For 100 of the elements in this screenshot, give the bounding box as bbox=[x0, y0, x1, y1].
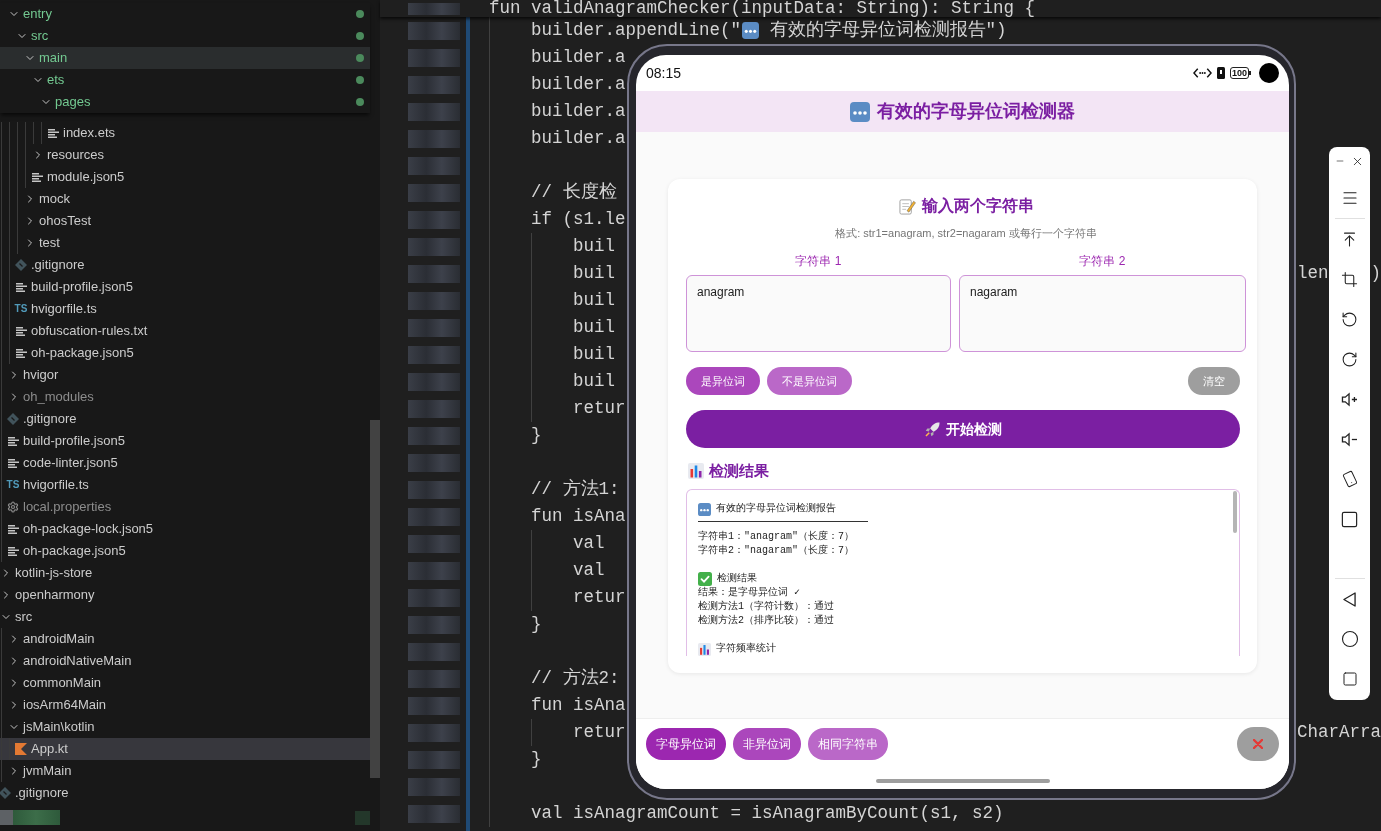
pixelated-line-number bbox=[408, 372, 460, 391]
tree-item[interactable]: TS hvigorfile.ts bbox=[0, 298, 370, 320]
pixelated-line-number bbox=[408, 777, 460, 796]
code-text: CharArra bbox=[1297, 721, 1381, 745]
report-line: 检测结果 bbox=[717, 572, 757, 586]
tree-item[interactable]: oh-package.json5 bbox=[0, 540, 370, 562]
report-line: 检测方法1（字符计数）：通过 bbox=[698, 600, 834, 614]
tree-item[interactable]: build-profile.json5 bbox=[0, 276, 370, 298]
code-text: fun isAna bbox=[531, 505, 626, 529]
tree-item[interactable]: test bbox=[0, 232, 370, 254]
close-button[interactable] bbox=[1237, 727, 1279, 761]
file-lines-icon bbox=[47, 128, 59, 138]
bar-chart-icon bbox=[698, 642, 711, 656]
pixelated-line-number bbox=[408, 183, 460, 202]
scrollbar-thumb[interactable] bbox=[370, 420, 380, 778]
pixelated-block bbox=[355, 810, 370, 825]
tree-item[interactable]: hvigor bbox=[0, 364, 370, 386]
back-icon[interactable] bbox=[1343, 591, 1356, 607]
start-button[interactable]: 开始检测 bbox=[686, 410, 1240, 448]
home-circle-icon[interactable] bbox=[1340, 630, 1359, 648]
pixelated-line-number bbox=[408, 21, 460, 40]
tree-item[interactable]: oh_modules bbox=[0, 386, 370, 408]
code-text: fun validAnagramChecker(inputData: String): String { bbox=[489, 0, 1036, 17]
tree-item[interactable]: .gitignore bbox=[0, 408, 370, 430]
quick-fill-button[interactable]: 不是异位词 bbox=[767, 367, 852, 395]
file-lines-icon bbox=[7, 524, 19, 534]
code-text: val bbox=[573, 532, 605, 556]
tree-item[interactable]: resources bbox=[0, 144, 370, 166]
code-text: val bbox=[573, 559, 605, 583]
pixelated-line-number bbox=[408, 2, 460, 15]
gear-icon bbox=[7, 501, 19, 513]
string-input-field[interactable]: nagaram bbox=[959, 275, 1246, 352]
tree-item[interactable]: openharmony bbox=[0, 584, 370, 606]
tree-item[interactable]: kotlin-js-store bbox=[0, 562, 370, 584]
arrow-to-top-icon[interactable] bbox=[1341, 230, 1358, 248]
preset-button[interactable]: 字母异位词 bbox=[646, 728, 726, 760]
status-time: 08:15 bbox=[646, 63, 682, 83]
volume-down-icon[interactable] bbox=[1341, 431, 1358, 447]
tree-item[interactable]: jsMain\kotlin bbox=[0, 716, 370, 738]
tree-item[interactable]: src bbox=[0, 606, 370, 628]
string-input-field[interactable]: anagram bbox=[686, 275, 951, 352]
tree-item[interactable]: code-linter.json5 bbox=[0, 452, 370, 474]
quick-fill-button[interactable]: 是异位词 bbox=[686, 367, 760, 395]
pixelated-line-number bbox=[408, 669, 460, 688]
tree-item[interactable]: jvmMain bbox=[0, 760, 370, 782]
tree-item[interactable]: main bbox=[0, 47, 370, 69]
tree-item[interactable]: iosArm64Main bbox=[0, 694, 370, 716]
crop-icon[interactable] bbox=[1341, 270, 1358, 288]
code-text: ) bbox=[1370, 262, 1381, 286]
tree-item[interactable]: oh-package.json5 bbox=[0, 342, 370, 364]
volume-up-icon[interactable] bbox=[1341, 391, 1358, 407]
pixelated-line-number bbox=[408, 696, 460, 715]
recent-apps-icon[interactable] bbox=[1341, 671, 1358, 687]
code-text: } bbox=[531, 424, 542, 448]
code-text: } bbox=[531, 613, 542, 637]
tree-item[interactable]: module.json5 bbox=[0, 166, 370, 188]
pixelated-line-number bbox=[408, 426, 460, 445]
pixelated-line-number bbox=[408, 642, 460, 661]
app-title: 有效的字母异位词检测器 bbox=[877, 100, 1075, 123]
memo-pencil-icon bbox=[898, 197, 916, 215]
pixelated-line-number bbox=[408, 102, 460, 121]
menu-icon[interactable] bbox=[1340, 189, 1359, 207]
code-text: fun isAna bbox=[531, 694, 626, 718]
tree-item[interactable]: local.properties bbox=[0, 496, 370, 518]
tree-item[interactable]: src bbox=[0, 25, 370, 47]
report-line: 结果：是字母异位词 ✓ bbox=[698, 586, 801, 600]
scrollbar-thumb[interactable] bbox=[1233, 491, 1237, 533]
pixelated-block bbox=[0, 810, 60, 825]
format-hint: 格式: str1=anagram, str2=nagaram 或每行一个字符串 bbox=[835, 227, 1097, 239]
tree-item[interactable]: build-profile.json5 bbox=[0, 430, 370, 452]
tree-item[interactable]: pages bbox=[0, 91, 370, 113]
tree-item[interactable]: App.kt bbox=[0, 738, 370, 760]
pixelated-line-number bbox=[408, 480, 460, 499]
tree-item[interactable]: .gitignore bbox=[0, 254, 370, 276]
field-label: 字符串 1 bbox=[795, 254, 842, 268]
tree-item[interactable]: obfuscation-rules.txt bbox=[0, 320, 370, 342]
preset-button[interactable]: 相同字符串 bbox=[808, 728, 888, 760]
tree-item[interactable]: commonMain bbox=[0, 672, 370, 694]
tree-item[interactable]: oh-package-lock.json5 bbox=[0, 518, 370, 540]
tree-item[interactable]: entry bbox=[0, 3, 370, 25]
code-text: if (s1.le bbox=[531, 208, 626, 232]
tree-item[interactable]: TS hvigorfile.ts bbox=[0, 474, 370, 496]
rotate-right-icon[interactable] bbox=[1341, 350, 1358, 368]
rotate-left-icon[interactable] bbox=[1341, 310, 1358, 328]
tree-item[interactable]: ohosTest bbox=[0, 210, 370, 232]
tree-item[interactable]: index.ets bbox=[0, 122, 370, 144]
tree-item[interactable]: mock bbox=[0, 188, 370, 210]
code-text: buil bbox=[573, 343, 616, 367]
code-text: builder.appendLine(" bbox=[531, 19, 742, 43]
tree-item[interactable]: ets bbox=[0, 69, 370, 91]
tree-item[interactable]: androidMain bbox=[0, 628, 370, 650]
pixelated-line-number bbox=[408, 156, 460, 175]
square-icon[interactable] bbox=[1340, 509, 1359, 529]
close-icon bbox=[1253, 739, 1263, 749]
preset-button[interactable]: 非异位词 bbox=[733, 728, 801, 760]
tree-item[interactable]: androidNativeMain bbox=[0, 650, 370, 672]
pixelated-line-number bbox=[408, 399, 460, 418]
pixelated-line-number bbox=[408, 507, 460, 526]
tree-item[interactable]: .gitignore bbox=[0, 782, 370, 804]
field-label: 字符串 2 bbox=[1079, 254, 1126, 268]
